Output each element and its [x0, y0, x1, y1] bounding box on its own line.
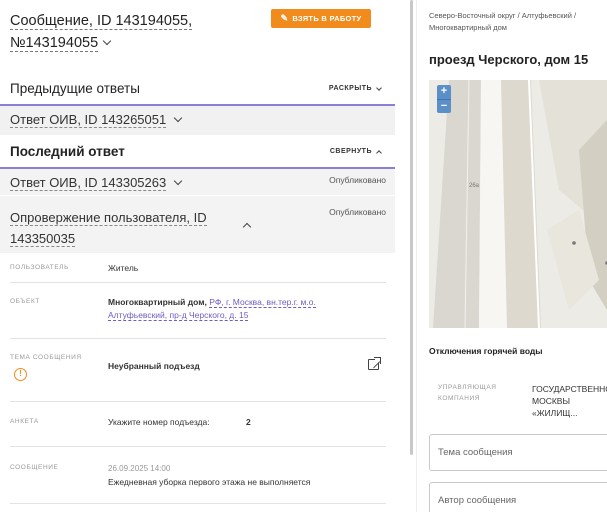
zoom-out-button[interactable]: − [437, 99, 451, 113]
take-to-work-label: ВЗЯТЬ В РАБОТУ [292, 14, 362, 23]
collapse-button[interactable]: СВЕРНУТЬ [330, 148, 382, 156]
message-panel: Сообщение, ID 143194055, №143194055 ✎ ВЗ… [0, 0, 395, 512]
previous-answers-heading: Предыдущие ответы [10, 81, 140, 96]
chevron-down-icon[interactable] [102, 36, 112, 46]
survey-answer: 2 [246, 417, 251, 427]
take-to-work-button[interactable]: ✎ ВЗЯТЬ В РАБОТУ [271, 9, 371, 28]
author-filter-placeholder: Автор сообщения [438, 495, 517, 506]
divider [10, 338, 386, 339]
zoom-in-button[interactable]: + [437, 85, 451, 99]
map[interactable]: + − 26а [429, 80, 607, 328]
chevron-down-icon[interactable] [173, 113, 183, 123]
object-address-title: проезд Черского, дом 15 [429, 52, 589, 67]
survey-label: АНКЕТА [10, 418, 39, 425]
refutation-title[interactable]: Опровержение пользователя, ID 143350035 [10, 210, 207, 247]
company-value: ГОСУДАРСТВЕННО... МОСКВЫ «ЖИЛИЩ... [532, 384, 607, 418]
author-filter-field[interactable]: Автор сообщения [429, 482, 607, 512]
chevron-up-icon[interactable] [242, 222, 252, 232]
external-link-icon[interactable] [368, 357, 381, 370]
map-tiles [429, 80, 607, 328]
previous-answer-title[interactable]: Ответ ОИВ, ID 143265051 [10, 112, 167, 128]
chevron-down-icon[interactable] [173, 176, 183, 186]
scrollbar[interactable] [410, 0, 413, 455]
previous-answers-section: Предыдущие ответы РАСКРЫТЬ [0, 73, 395, 106]
object-panel: Северо-Восточный округ / Алтуфьевский / … [417, 0, 607, 512]
object-label: ОБЪЕКТ [10, 298, 40, 305]
message-date: 26.09.2025 14:00 [108, 464, 171, 473]
user-value: Житель [108, 263, 139, 273]
last-answer-row[interactable]: Ответ ОИВ, ID 143305263 Опубликовано [0, 169, 395, 195]
refutation-status: Опубликовано [329, 207, 386, 217]
map-zoom-control: + − [437, 85, 451, 113]
breadcrumb[interactable]: Северо-Восточный округ / Алтуфьевский / … [429, 10, 607, 34]
topic-label: ТЕМА СООБЩЕНИЯ [10, 354, 82, 361]
user-label: ПОЛЬЗОВАТЕЛЬ [10, 264, 70, 271]
chevron-down-icon [376, 84, 382, 91]
divider [10, 446, 386, 447]
warning-icon: ! [14, 368, 27, 381]
divider [10, 503, 386, 504]
message-label: СООБЩЕНИЕ [10, 464, 59, 471]
divider [10, 401, 386, 402]
last-answer-title[interactable]: Ответ ОИВ, ID 143305263 [10, 175, 167, 191]
object-value: Многоквартирный дом, РФ, г. Москва, вн.т… [108, 296, 336, 322]
divider [10, 282, 386, 283]
topic-filter-placeholder: Тема сообщения [438, 447, 513, 458]
previous-answer-row[interactable]: Ответ ОИВ, ID 143265051 [0, 106, 395, 135]
last-answer-heading: Последний ответ [10, 144, 125, 159]
message-title[interactable]: Сообщение, ID 143194055, №143194055 [10, 10, 260, 54]
message-text: Ежедневная уборка первого этажа не выпол… [108, 477, 311, 487]
outages-title: Отключения горячей воды [429, 346, 543, 356]
company-label: УПРАВЛЯЮЩАЯ КОМПАНИЯ [438, 384, 497, 402]
answer-status: Опубликовано [329, 175, 386, 185]
map-building-label: 26а [469, 183, 480, 189]
object-type: Многоквартирный дом, [108, 297, 207, 307]
refutation-row[interactable]: Опровержение пользователя, ID 143350035 … [0, 196, 395, 253]
last-answer-section: Последний ответ СВЕРНУТЬ [0, 136, 395, 169]
pencil-icon: ✎ [280, 13, 289, 23]
survey-question: Укажите номер подъезда: [108, 417, 210, 427]
expand-button[interactable]: РАСКРЫТЬ [329, 84, 382, 92]
topic-filter-field[interactable]: Тема сообщения [429, 434, 607, 471]
chevron-up-icon [376, 149, 382, 156]
message-title-text[interactable]: Сообщение, ID 143194055, №143194055 [10, 13, 193, 52]
topic-value: Неубранный подъезд [108, 361, 200, 371]
